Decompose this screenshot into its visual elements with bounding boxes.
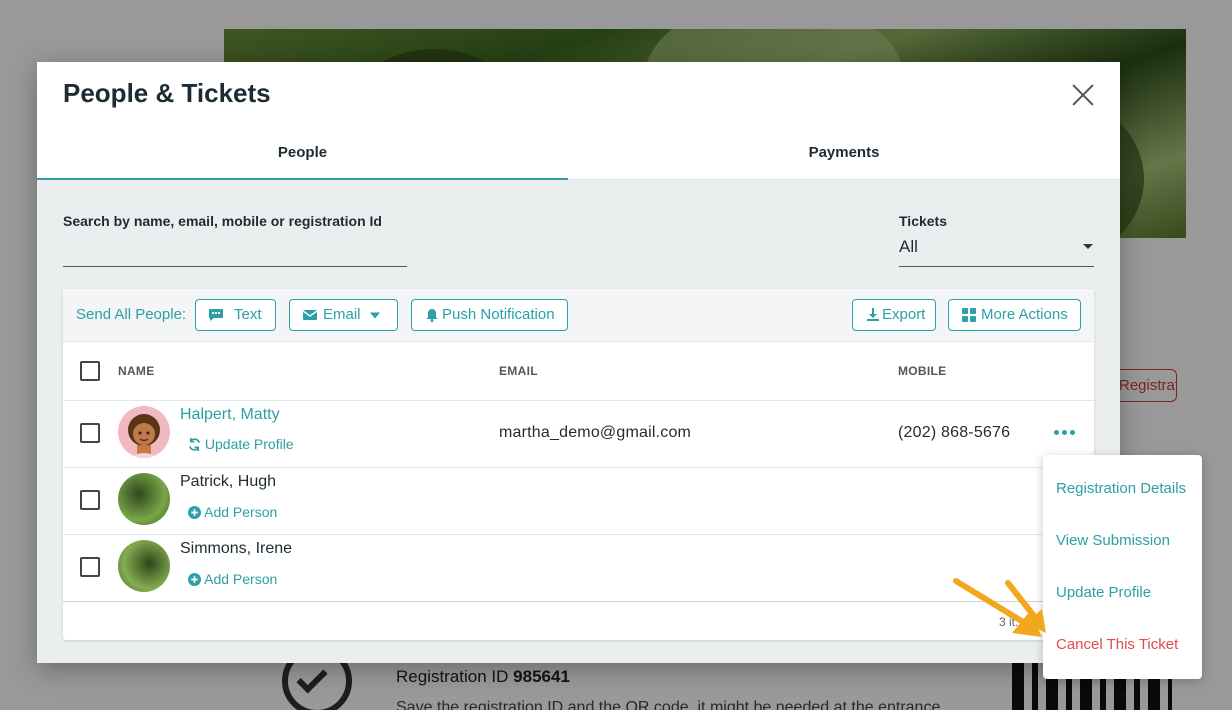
search-label: Search by name, email, mobile or registr… [63,213,382,229]
add-person-link[interactable]: Add Person [188,571,277,587]
menu-item-cancel-ticket[interactable]: Cancel This Ticket [1056,636,1178,653]
people-tickets-modal: People & Tickets People Payments Search … [37,62,1120,663]
modal-title: People & Tickets [63,78,271,108]
divider [63,534,1094,535]
tickets-label: Tickets [899,213,947,229]
row-checkbox[interactable] [80,557,100,577]
tab-payments[interactable]: Payments [568,136,1120,180]
row-checkbox[interactable] [80,423,100,443]
person-name[interactable]: Halpert, Matty [180,406,280,424]
envelope-icon [302,310,318,320]
update-profile-link[interactable]: Update Profile [188,436,294,452]
ellipsis-icon[interactable] [1054,429,1076,437]
more-actions-button[interactable]: More Actions [948,299,1081,331]
tickets-select-value: All [899,237,918,256]
update-profile-label: Update Profile [204,436,294,452]
grid-icon [962,308,976,322]
divider [63,601,1094,602]
column-header-mobile[interactable]: MOBILE [898,364,946,378]
tickets-select[interactable]: All [899,234,1094,267]
email-button-label: Email [323,306,361,323]
person-email: martha_demo@gmail.com [499,424,692,441]
menu-item-registration-details[interactable]: Registration Details [1056,480,1186,497]
tab-people[interactable]: People [37,136,568,180]
push-notification-button[interactable]: Push Notification [411,299,568,331]
person-name: Simmons, Irene [180,540,293,557]
email-button[interactable]: Email [289,299,398,331]
caret-down-icon [1083,244,1093,249]
bell-icon [426,309,438,322]
person-name: Patrick, Hugh [180,473,277,490]
modal-header: People & Tickets People Payments [37,62,1120,180]
push-notification-label: Push Notification [442,306,555,323]
search-input[interactable] [63,240,407,267]
text-button[interactable]: Text [195,299,276,331]
download-icon [867,308,879,321]
refresh-icon [189,438,200,451]
plus-circle-icon [188,506,201,519]
people-table: Send All People: Text Email Push Notific… [63,289,1094,640]
avatar [118,540,170,592]
close-icon[interactable] [1071,82,1095,106]
row-actions-menu: Registration Details View Submission Upd… [1043,455,1202,679]
select-all-checkbox[interactable] [80,361,100,381]
divider [63,400,1094,401]
add-person-label: Add Person [204,504,278,520]
plus-circle-icon [188,573,201,586]
menu-item-update-profile[interactable]: Update Profile [1056,584,1151,601]
more-actions-label: More Actions [981,306,1068,323]
export-button-label: Export [882,306,926,323]
divider [63,467,1094,468]
bulk-toolbar: Send All People: Text Email Push Notific… [63,289,1094,342]
column-header-email[interactable]: EMAIL [499,364,538,378]
text-button-label: Text [234,306,262,323]
add-person-link[interactable]: Add Person [188,504,277,520]
person-mobile: (202) 868-5676 [898,424,1011,441]
caret-down-icon [370,312,380,319]
column-header-name[interactable]: NAME [118,364,155,378]
annotation-arrow-icon [953,578,1046,637]
send-all-label: Send All People: [76,306,187,323]
export-button[interactable]: Export [852,299,936,331]
menu-item-view-submission[interactable]: View Submission [1056,532,1170,549]
add-person-label: Add Person [204,571,278,587]
chat-icon [209,309,223,321]
avatar [118,473,170,525]
row-checkbox[interactable] [80,490,100,510]
avatar [118,406,170,458]
